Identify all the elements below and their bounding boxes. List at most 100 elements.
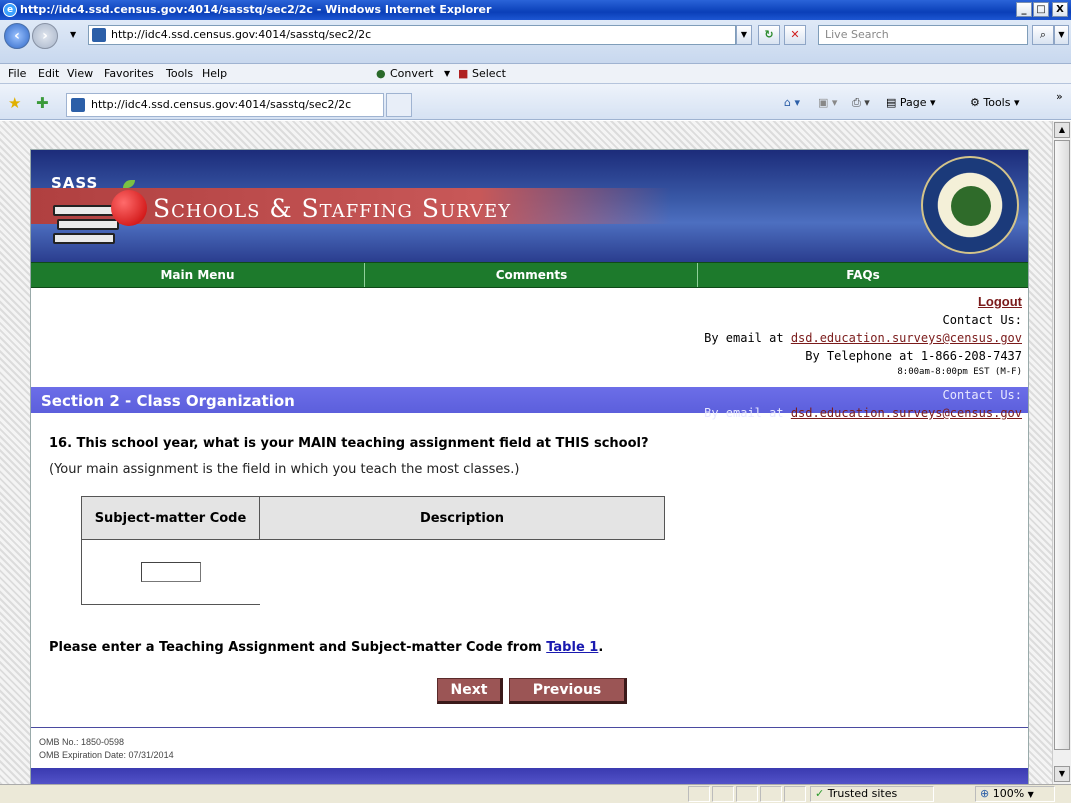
refresh-icon[interactable]: ↻ [758, 25, 780, 45]
question-note: (Your main assignment is the field in wh… [49, 462, 520, 477]
status-cell [760, 786, 782, 802]
nav-main-menu[interactable]: Main Menu [31, 263, 364, 287]
contact-us-label: Contact Us: [942, 313, 1022, 327]
menu-file[interactable]: File [8, 64, 26, 84]
contact-hours: 8:00am-8:00pm EST (M-F) [897, 367, 1022, 377]
select-icon: ■ [458, 67, 469, 80]
instruction-suffix: . [598, 640, 604, 655]
close-button[interactable]: X [1052, 2, 1068, 17]
status-cell [784, 786, 806, 802]
menu-help[interactable]: Help [202, 64, 227, 84]
footer-divider [31, 727, 1028, 728]
more-commands-icon[interactable]: » [1056, 90, 1063, 103]
apple-icon [111, 190, 147, 226]
vertical-scrollbar[interactable]: ▲ ▼ [1052, 121, 1071, 784]
forward-button[interactable]: › [32, 23, 58, 49]
zoom-control[interactable]: ⊕ 100% ▼ [975, 786, 1055, 802]
menu-view[interactable]: View [67, 64, 93, 84]
stop-icon[interactable]: ✕ [784, 25, 806, 45]
section-contact-us: Contact Us: [942, 388, 1022, 402]
code-cell [81, 539, 260, 605]
status-cell [736, 786, 758, 802]
seal-tree-icon [951, 186, 991, 226]
address-dropdown-button[interactable]: ▼ [736, 25, 752, 45]
logout-link[interactable]: Logout [978, 294, 1022, 309]
table-row [81, 539, 665, 605]
back-button[interactable]: ‹ [4, 23, 30, 49]
add-favorite-icon[interactable]: ✚ [36, 94, 49, 112]
scroll-up-icon[interactable]: ▲ [1054, 122, 1070, 138]
zone-label: Trusted sites [827, 787, 898, 800]
search-icon[interactable]: ⌕ [1032, 25, 1054, 45]
main-nav: Main Menu Comments FAQs [31, 262, 1028, 288]
question-text: 16. This school year, what is your MAIN … [49, 436, 649, 451]
nav-faqs[interactable]: FAQs [698, 263, 1028, 287]
maximize-button[interactable]: □ [1033, 2, 1049, 17]
status-bar: ✓ Trusted sites ⊕ 100% ▼ [0, 784, 1071, 803]
convert-button[interactable]: Convert [390, 64, 434, 84]
security-zone[interactable]: ✓ Trusted sites [810, 786, 934, 802]
next-button[interactable]: Next [437, 678, 503, 704]
window-title-bar: e http://idc4.ssd.census.gov:4014/sasstq… [0, 0, 1071, 20]
section-email-prefix: By email at [704, 406, 784, 420]
email-prefix: By email at [704, 331, 784, 345]
col-header-description: Description [259, 496, 665, 540]
print-icon[interactable]: ⎙ ▾ [852, 96, 870, 110]
description-cell [260, 540, 665, 605]
new-tab-button[interactable] [386, 93, 412, 117]
subject-code-input[interactable] [140, 562, 201, 582]
recent-pages-dropdown-icon[interactable]: ▼ [70, 30, 76, 39]
scroll-thumb[interactable] [1054, 140, 1070, 750]
page-menu-label: Page [899, 96, 927, 109]
tools-menu-button[interactable]: ⚙ Tools ▾ [970, 96, 1020, 109]
ie-logo-icon: e [3, 3, 17, 17]
favorites-bar: ★ ✚ http://idc4.ssd.census.gov:4014/sass… [0, 84, 1071, 120]
zoom-icon: ⊕ [980, 787, 990, 800]
assignment-table: Subject-matter Code Description [81, 496, 665, 605]
select-button[interactable]: Select [472, 64, 506, 84]
home-icon[interactable]: ⌂ ▾ [784, 96, 800, 109]
menu-favorites[interactable]: Favorites [104, 64, 154, 84]
contact-info: Logout Contact Us: By email at dsd.educa… [704, 293, 1022, 379]
contact-email-line: By email at dsd.education.surveys@census… [704, 329, 1022, 347]
instruction-text: Please enter a Teaching Assignment and S… [49, 640, 603, 655]
menu-edit[interactable]: Edit [38, 64, 59, 84]
tab-favicon-icon [71, 98, 85, 112]
window-title: http://idc4.ssd.census.gov:4014/sasstq/s… [20, 3, 492, 16]
sass-logo-text: SASS [51, 174, 99, 192]
department-of-education-seal [921, 156, 1019, 254]
section-header: Section 2 - Class Organization Contact U… [31, 387, 1028, 420]
scroll-down-icon[interactable]: ▼ [1054, 766, 1070, 782]
section-email-link[interactable]: dsd.education.surveys@census.gov [791, 406, 1022, 420]
nav-comments[interactable]: Comments [365, 263, 698, 287]
table-1-link[interactable]: Table 1 [546, 640, 598, 655]
favorites-star-icon[interactable]: ★ [8, 94, 21, 112]
menu-tools[interactable]: Tools [166, 64, 193, 84]
trusted-check-icon: ✓ [815, 787, 825, 800]
survey-page: SASS Schools & Staffing Survey Main Menu… [30, 149, 1029, 784]
zoom-level: 100% [992, 787, 1025, 800]
section-title: Section 2 - Class Organization [41, 392, 295, 410]
instruction-prefix: Please enter a Teaching Assignment and S… [49, 640, 542, 655]
convert-icon: ● [376, 67, 386, 80]
minimize-button[interactable]: _ [1016, 2, 1032, 17]
search-options-dropdown[interactable]: ▼ [1054, 25, 1069, 45]
page-menu-button[interactable]: ▤ Page ▾ [886, 96, 936, 109]
zoom-dropdown-icon: ▼ [1027, 790, 1034, 799]
contact-phone: By Telephone at 1-866-208-7437 [805, 349, 1022, 363]
survey-banner: SASS Schools & Staffing Survey [31, 150, 1028, 262]
address-input[interactable]: http://idc4.ssd.census.gov:4014/sasstq/s… [88, 25, 736, 45]
search-input[interactable]: Live Search [818, 25, 1028, 45]
page-viewport: SASS Schools & Staffing Survey Main Menu… [0, 121, 1052, 784]
tab-title: http://idc4.ssd.census.gov:4014/sasstq/s… [91, 98, 352, 111]
feeds-icon[interactable]: ▣ ▾ [818, 96, 837, 109]
previous-button[interactable]: Previous [509, 678, 627, 704]
banner-title: Schools & Staffing Survey [153, 194, 512, 223]
col-header-code: Subject-matter Code [81, 496, 260, 540]
address-url: http://idc4.ssd.census.gov:4014/sasstq/s… [111, 28, 372, 41]
omb-expiration: OMB Expiration Date: 07/31/2014 [39, 750, 174, 760]
contact-email-link[interactable]: dsd.education.surveys@census.gov [791, 331, 1022, 345]
menu-bar: File Edit View Favorites Tools Help ● Co… [0, 64, 1071, 84]
tab-current-page[interactable]: http://idc4.ssd.census.gov:4014/sasstq/s… [66, 93, 384, 117]
convert-dropdown-icon[interactable]: ▼ [444, 64, 450, 84]
